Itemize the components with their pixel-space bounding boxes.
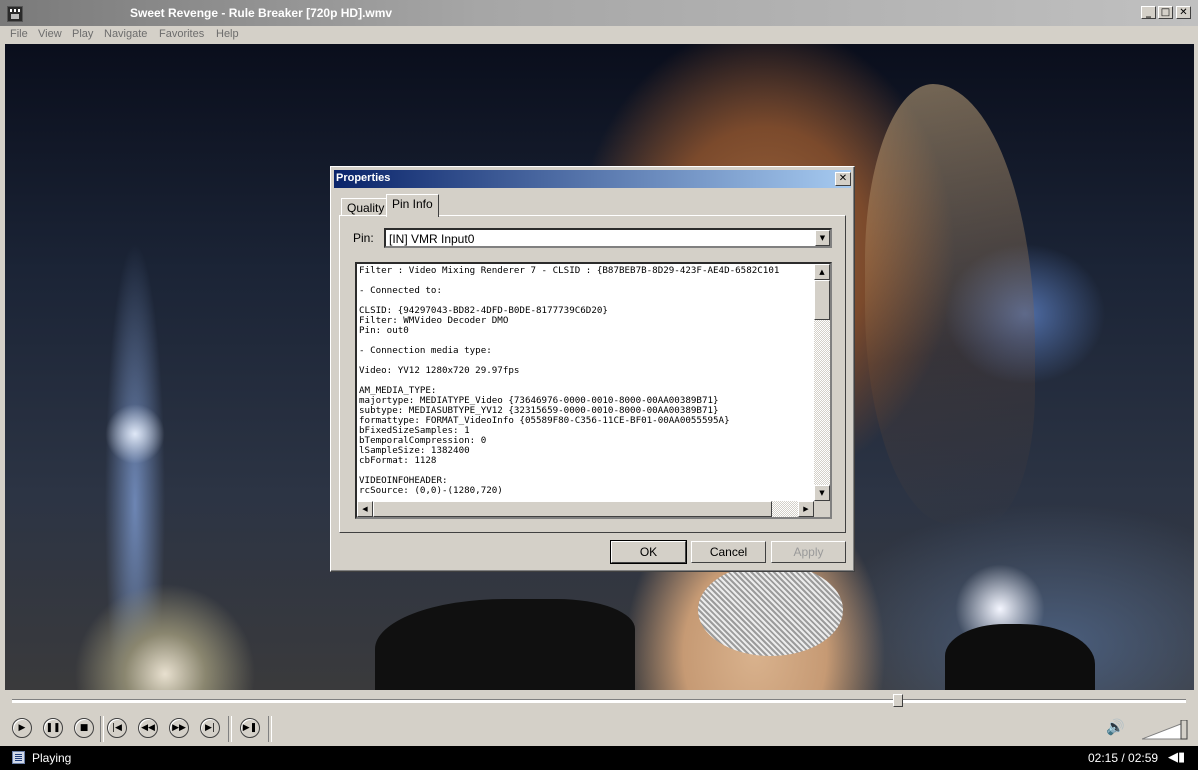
- seek-bar[interactable]: [0, 690, 1198, 710]
- previous-button[interactable]: |◀: [107, 718, 127, 738]
- cancel-button[interactable]: Cancel: [691, 541, 766, 563]
- scrollbar-corner: [814, 501, 830, 517]
- scroll-down-icon[interactable]: ▼: [814, 485, 830, 501]
- file-icon: [12, 751, 25, 764]
- pin-select-value: [IN] VMR Input0: [389, 232, 475, 246]
- properties-dialog: Properties ✕ Quality Pin Info Pin: [IN] …: [330, 166, 855, 572]
- maximize-button[interactable]: □: [1158, 6, 1173, 19]
- pause-button[interactable]: ❚❚: [43, 718, 63, 738]
- stop-button[interactable]: ■: [74, 718, 94, 738]
- video-light-blur: [105, 404, 165, 464]
- scroll-up-icon[interactable]: ▲: [814, 264, 830, 280]
- playback-status: Playing: [32, 751, 72, 765]
- volume-thumb: [1180, 720, 1188, 740]
- tab-quality[interactable]: Quality: [341, 198, 391, 216]
- horizontal-scroll-thumb[interactable]: [373, 501, 772, 517]
- toolbar-separator: [228, 716, 232, 742]
- menu-file[interactable]: File: [10, 28, 28, 40]
- volume-icon[interactable]: 🔊: [1106, 718, 1125, 736]
- horizontal-scrollbar[interactable]: ◀ ▶: [357, 501, 814, 517]
- volume-slider[interactable]: [1142, 720, 1188, 740]
- pin-label: Pin:: [353, 231, 374, 245]
- vertical-scrollbar[interactable]: ▲ ▼: [814, 264, 830, 501]
- menu-favorites[interactable]: Favorites: [159, 28, 204, 40]
- scroll-right-icon[interactable]: ▶: [798, 501, 814, 517]
- status-bar: Playing 02:15 / 02:59 ◀▮: [0, 746, 1198, 770]
- toolbar-separator: [268, 716, 272, 742]
- tab-pin-info[interactable]: Pin Info: [386, 194, 439, 217]
- video-microphone-region: [698, 564, 843, 656]
- pin-select[interactable]: [IN] VMR Input0 ▼: [384, 228, 832, 248]
- volume-ramp: [1142, 721, 1187, 740]
- close-button[interactable]: ✕: [1176, 6, 1191, 19]
- seek-track[interactable]: [12, 699, 1186, 703]
- menu-navigate[interactable]: Navigate: [104, 28, 147, 40]
- ok-button[interactable]: OK: [610, 540, 687, 564]
- next-button[interactable]: ▶|: [200, 718, 220, 738]
- dialog-title-bar[interactable]: Properties ✕: [334, 170, 851, 188]
- apply-button[interactable]: Apply: [771, 541, 846, 563]
- transport-controls: ▶ ❚❚ ■ |◀ ◀◀ ▶▶ ▶| ▶❚ 🔊: [0, 710, 1198, 746]
- seek-thumb[interactable]: [893, 694, 904, 707]
- scroll-left-icon[interactable]: ◀: [357, 501, 373, 517]
- pin-info-textbox[interactable]: Filter : Video Mixing Renderer 7 - CLSID…: [355, 262, 832, 519]
- dialog-title: Properties: [336, 172, 391, 184]
- media-player-icon[interactable]: [7, 6, 23, 22]
- video-hair-region: [865, 84, 1035, 524]
- play-button[interactable]: ▶: [12, 718, 32, 738]
- chevron-down-icon[interactable]: ▼: [815, 230, 830, 246]
- speaker-icon: ◀▮: [1168, 750, 1186, 765]
- menu-play[interactable]: Play: [72, 28, 93, 40]
- menu-view[interactable]: View: [38, 28, 62, 40]
- video-clothing-region: [375, 599, 635, 690]
- window-title: Sweet Revenge - Rule Breaker [720p HD].w…: [130, 6, 393, 20]
- minimize-button[interactable]: _: [1141, 6, 1156, 19]
- dialog-close-button[interactable]: ✕: [835, 172, 851, 186]
- fast-forward-button[interactable]: ▶▶: [169, 718, 189, 738]
- frame-step-button[interactable]: ▶❚: [240, 718, 260, 738]
- playback-time: 02:15 / 02:59: [1088, 751, 1159, 765]
- video-clothing-region: [945, 624, 1095, 690]
- toolbar-separator: [100, 716, 104, 742]
- pin-info-text: Filter : Video Mixing Renderer 7 - CLSID…: [359, 266, 780, 496]
- rewind-button[interactable]: ◀◀: [138, 718, 158, 738]
- vertical-scroll-thumb[interactable]: [814, 280, 830, 320]
- title-bar[interactable]: Sweet Revenge - Rule Breaker [720p HD].w…: [0, 0, 1198, 26]
- menu-bar: File View Play Navigate Favorites Help: [0, 26, 1198, 44]
- menu-help[interactable]: Help: [216, 28, 239, 40]
